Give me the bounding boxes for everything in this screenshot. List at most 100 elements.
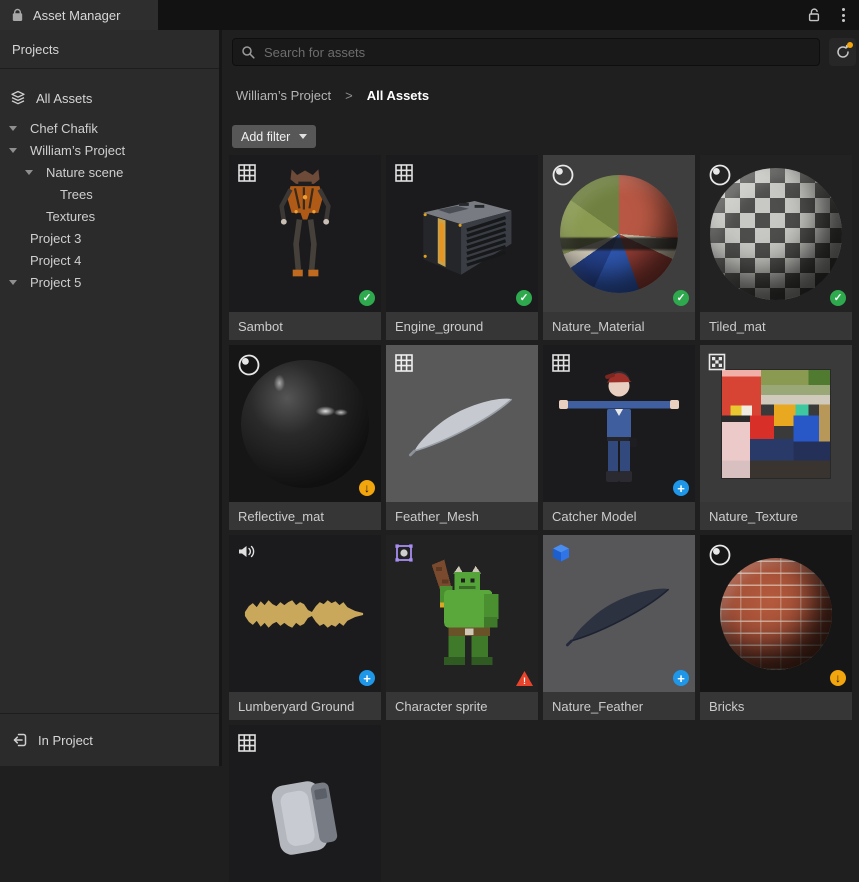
material-sphere-preview [720,558,832,670]
asset-card-sambot[interactable]: ✓ Sambot [229,155,381,340]
kebab-menu-icon[interactable] [840,6,847,24]
asset-thumbnail: ✓ [543,155,695,312]
mesh-icon [394,353,414,373]
search-row [225,30,859,74]
asset-card-tiled-mat[interactable]: ✓ Tiled_mat [700,155,852,340]
add-filter-label: Add filter [241,130,290,144]
asset-thumbnail [700,345,852,502]
breadcrumb-current: All Assets [367,88,429,103]
magnifier-icon [241,45,255,59]
tab-asset-manager[interactable]: Asset Manager [0,0,158,30]
feather-render [557,572,681,656]
texture-icon [708,353,726,371]
material-sphere-preview [241,360,369,488]
asset-grid: ✓ Sambot [229,155,852,882]
tree-item-project-5[interactable]: Project 5 [0,271,219,293]
main-panel: William’s Project > All Assets Add filte… [225,30,859,766]
asset-thumbnail: ✓ [386,155,538,312]
mesh-icon [237,733,257,753]
asset-name: Lumberyard Ground [229,692,381,720]
update-available-badge: ↓ [830,670,846,686]
asset-thumbnail: + [543,345,695,502]
material-icon [708,163,732,187]
material-icon [708,543,732,567]
unlock-icon[interactable] [806,7,822,23]
chevron-down-icon[interactable] [25,170,33,175]
asset-name: Nature_Texture [700,502,852,530]
chevron-down-icon[interactable] [9,126,17,131]
asset-name: Sambot [229,312,381,340]
tab-title: Asset Manager [33,8,120,23]
asset-card-bricks[interactable]: ↓ Bricks [700,535,852,720]
asset-manager-window: { "window": { "tab_title": "Asset Manage… [0,0,859,766]
material-icon [551,163,575,187]
asset-card-reflective-mat[interactable]: ↓ Reflective_mat [229,345,381,530]
asset-name: Nature_Material [543,312,695,340]
asset-card-feather-mesh[interactable]: Feather_Mesh [386,345,538,530]
imported-badge: ✓ [673,290,689,306]
breadcrumb-parent[interactable]: William’s Project [236,88,331,103]
sidebar-item-in-project[interactable]: In Project [0,713,219,766]
search-input[interactable] [262,44,811,61]
chevron-down-icon[interactable] [9,148,17,153]
tree-item-williams-project[interactable]: William’s Project [0,139,219,161]
project-tree: Chef Chafik William’s Project Nature sce… [0,117,219,293]
asset-thumbnail: + [543,535,695,692]
material-sphere-preview [560,175,678,293]
chevron-down-icon[interactable] [9,280,17,285]
mesh-icon [237,163,257,183]
layers-icon [10,90,26,106]
refresh-button[interactable] [829,38,856,66]
asset-card-partial[interactable] [229,725,381,882]
texture-atlas-render [722,370,830,478]
not-imported-badge: + [673,670,689,686]
asset-name: Catcher Model [543,502,695,530]
imported-badge: ✓ [516,290,532,306]
tree-item-project-3[interactable]: Project 3 [0,227,219,249]
gray-object-render [245,774,365,882]
asset-card-nature-texture[interactable]: Nature_Texture [700,345,852,530]
tree-item-textures[interactable]: Textures [0,205,219,227]
not-imported-badge: + [359,670,375,686]
waveform-render [241,584,369,644]
asset-thumbnail: ↓ [700,535,852,692]
import-icon [12,732,28,748]
search-input-container[interactable] [232,38,820,66]
asset-name: Bricks [700,692,852,720]
asset-card-engine-ground[interactable]: ✓ Engine_ground [386,155,538,340]
add-filter-button[interactable]: Add filter [232,125,316,148]
asset-card-catcher-model[interactable]: + Catcher Model [543,345,695,530]
audio-icon [237,543,256,560]
asset-name: Character sprite [386,692,538,720]
in-project-label: In Project [38,733,93,748]
asset-card-nature-feather[interactable]: + Nature_Feather [543,535,695,720]
mesh-icon [394,163,414,183]
asset-name: Feather_Mesh [386,502,538,530]
update-available-badge: ↓ [359,480,375,496]
tree-item-chef-chafik[interactable]: Chef Chafik [0,117,219,139]
chevron-down-icon [299,134,307,139]
asset-card-character-sprite[interactable]: ! Character sprite [386,535,538,720]
tree-item-nature-scene[interactable]: Nature scene [0,161,219,183]
character-render [559,359,679,489]
imported-badge: ✓ [830,290,846,306]
asset-thumbnail: + [229,535,381,692]
breadcrumb-separator: > [345,88,353,103]
asset-thumbnail: ! [386,535,538,692]
tree-item-trees[interactable]: Trees [0,183,219,205]
window-topbar: Asset Manager [0,0,859,30]
material-sphere-preview [710,168,842,300]
breadcrumb: William’s Project > All Assets [236,88,429,103]
asset-card-nature-material[interactable]: ✓ Nature_Material [543,155,695,340]
sidebar-item-all-assets[interactable]: All Assets [0,83,219,113]
imported-badge: ✓ [359,290,375,306]
asset-card-lumberyard-ground[interactable]: + Lumberyard Ground [229,535,381,720]
tree-item-project-4[interactable]: Project 4 [0,249,219,271]
robot-render [266,167,344,301]
sprite-icon [394,543,414,563]
not-imported-badge: + [673,480,689,496]
machine-render [399,185,525,283]
asset-thumbnail: ✓ [700,155,852,312]
asset-thumbnail: ✓ [229,155,381,312]
projects-sidebar: Projects All Assets Chef Chafik William’… [0,30,222,766]
